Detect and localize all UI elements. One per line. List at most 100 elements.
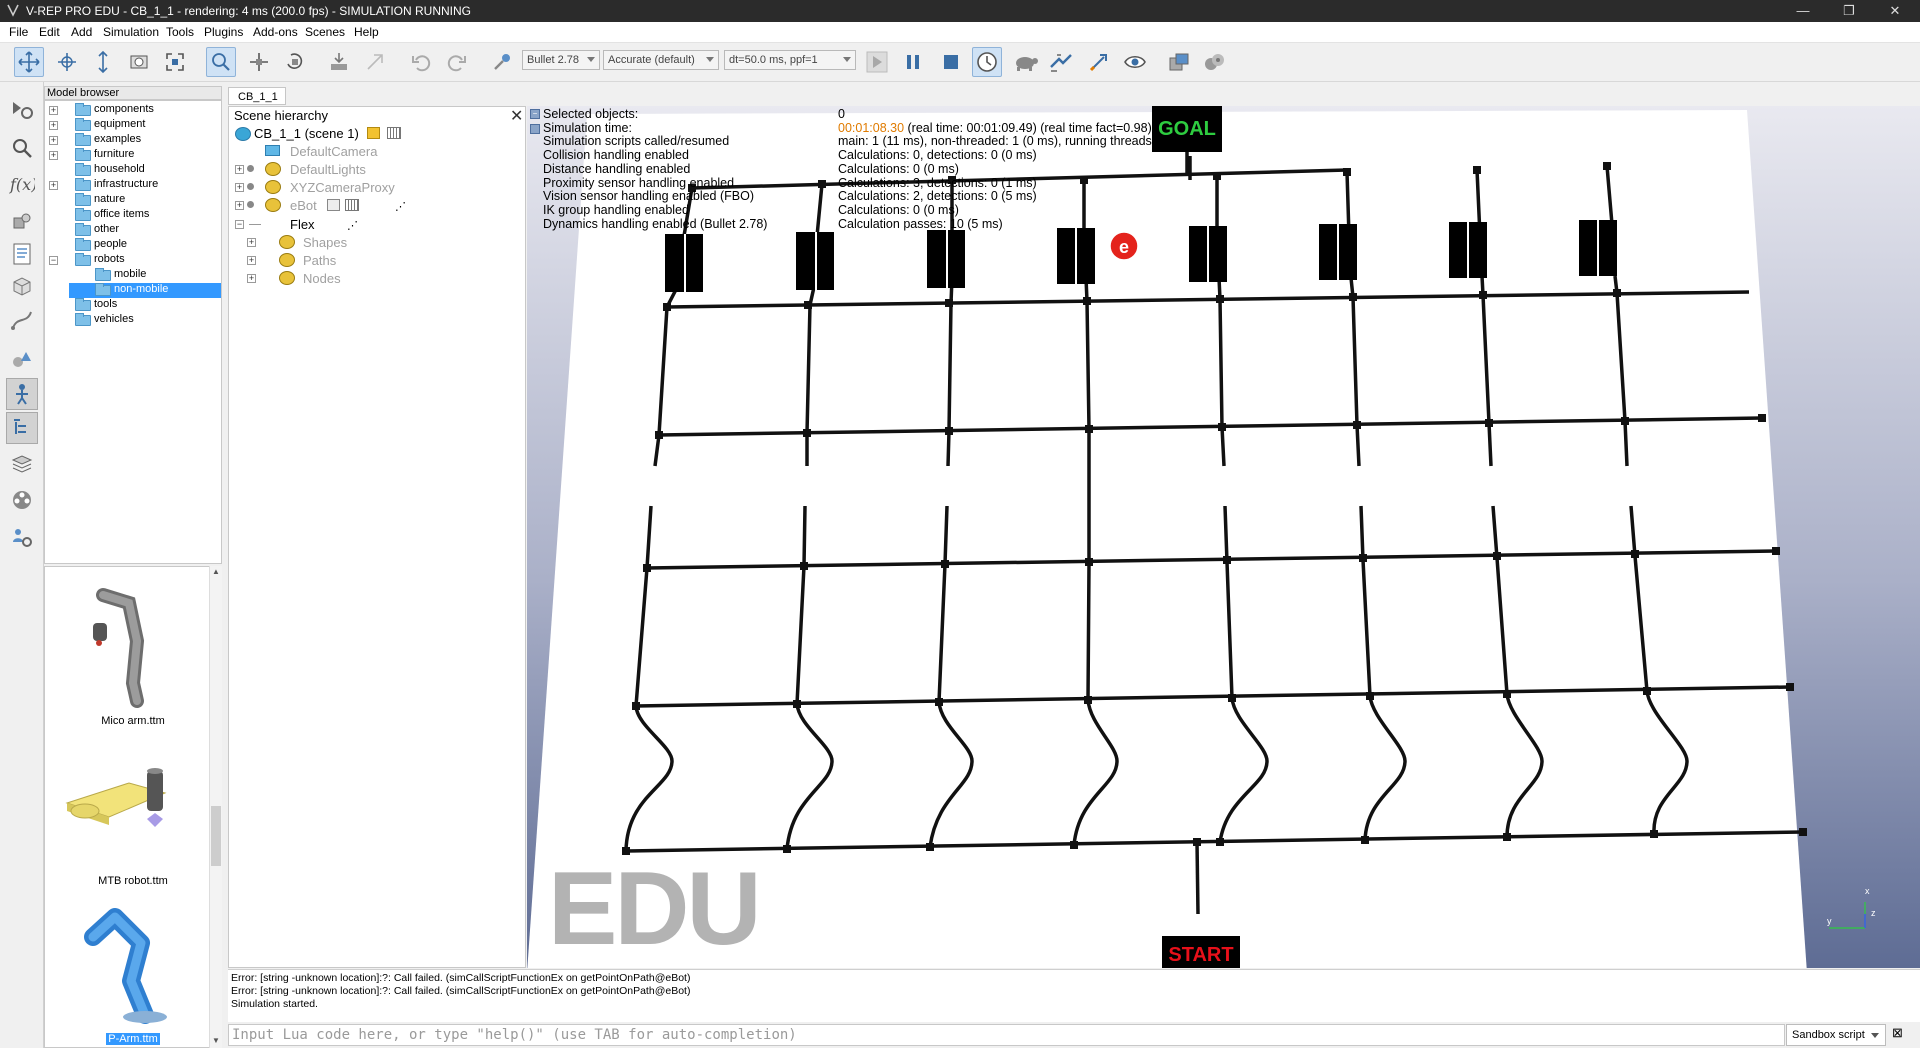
lua-command-input[interactable]: Input Lua code here, or type "help()" (u… [228, 1024, 1785, 1046]
expand-icon[interactable]: + [49, 106, 58, 115]
model-browser-icon[interactable] [6, 378, 38, 410]
user-settings-icon[interactable] [6, 522, 38, 554]
tree-item-non-mobile[interactable]: non-mobile [69, 283, 221, 298]
menu-file[interactable]: File [9, 25, 28, 39]
chevron-down-icon [843, 57, 851, 62]
simulation-settings-icon[interactable] [6, 94, 38, 126]
calculation-modules-icon[interactable]: f(x) [6, 168, 38, 200]
camera-shift-icon[interactable] [88, 47, 118, 77]
scene-hierarchy-icon[interactable] [6, 412, 38, 444]
info-label: Selected objects: [543, 107, 639, 121]
stop-icon[interactable] [936, 47, 966, 77]
menu-help[interactable]: Help [354, 25, 379, 39]
transfer-dna-icon[interactable] [360, 47, 390, 77]
magnifier-icon[interactable] [6, 132, 38, 164]
engine-select[interactable]: Bullet 2.78 [522, 50, 600, 70]
customization-script-icon[interactable] [387, 127, 401, 139]
camera-pan-icon[interactable] [14, 47, 44, 77]
page-selector-icon[interactable] [1164, 47, 1194, 77]
object-shift-icon[interactable] [244, 47, 274, 77]
expand-icon[interactable]: + [235, 201, 244, 210]
shape-edit-icon[interactable] [6, 270, 38, 302]
menu-plugins[interactable]: Plugins [204, 25, 243, 39]
timestep-select[interactable]: dt=50.0 ms, ppf=1 [724, 50, 856, 70]
camera-icon [265, 145, 280, 156]
expand-icon[interactable]: + [247, 238, 256, 247]
path-edit-icon[interactable] [6, 304, 38, 336]
collapse-icon[interactable]: − [49, 256, 58, 265]
restore-icon[interactable]: ❐ [1826, 0, 1872, 22]
expand-icon[interactable]: + [247, 274, 256, 283]
script-icon[interactable] [327, 199, 340, 211]
undo-icon[interactable] [406, 47, 436, 77]
scene-selector-icon[interactable] [1200, 47, 1230, 77]
object-rotate-icon[interactable] [280, 47, 310, 77]
dynamics-engine-icon[interactable] [487, 47, 517, 77]
scene-tab[interactable]: CB_1_1 [228, 87, 286, 105]
video-recorder-icon[interactable] [6, 484, 38, 516]
scroll-thumb[interactable] [211, 806, 221, 866]
scroll-down-icon[interactable]: ▼ [211, 1036, 221, 1046]
info-values: 0 00:01:08.30 (real time: 00:01:09.49) (… [838, 107, 1205, 231]
close-icon[interactable]: ⊠ [1892, 1025, 1903, 1041]
expand-icon[interactable]: + [49, 181, 58, 190]
v-rep-icon [6, 3, 20, 17]
menu-add[interactable]: Add [71, 25, 92, 39]
expand-icon[interactable]: + [235, 183, 244, 192]
close-icon[interactable]: ✕ [1872, 0, 1918, 22]
real-time-icon[interactable] [972, 47, 1002, 77]
play-icon[interactable] [862, 47, 892, 77]
menu-add-ons[interactable]: Add-ons [253, 25, 298, 39]
info-value: Calculations: 0 (0 ms) [838, 161, 959, 176]
folder-icon [75, 238, 91, 251]
accuracy-select[interactable]: Accurate (default) [603, 50, 719, 70]
assemble-icon[interactable] [324, 47, 354, 77]
info-toggle-icon[interactable] [530, 124, 540, 134]
collections-icon[interactable] [6, 206, 38, 238]
expand-icon[interactable]: + [49, 136, 58, 145]
info-collapse-icon[interactable]: − [530, 109, 540, 119]
menu-edit[interactable]: Edit [39, 25, 60, 39]
expand-icon[interactable]: + [49, 121, 58, 130]
script-selector[interactable]: Sandbox script [1786, 1024, 1886, 1046]
status-console[interactable]: Error: [string -unknown location]:?: Cal… [228, 969, 1920, 1023]
scene-viewport[interactable]: e GOAL START x y z [527, 106, 1920, 968]
camera-angle-icon[interactable] [124, 47, 154, 77]
customization-script-icon[interactable] [345, 199, 359, 211]
expand-icon[interactable]: + [247, 256, 256, 265]
selection-icon[interactable] [6, 344, 38, 376]
menu-simulation[interactable]: Simulation [103, 25, 159, 39]
expand-icon[interactable]: + [235, 165, 244, 174]
scroll-up-icon[interactable]: ▲ [211, 567, 221, 577]
close-icon[interactable]: ✕ [510, 106, 523, 126]
script-icon[interactable] [367, 127, 380, 139]
model-thumb-mtb-robot[interactable] [59, 763, 199, 863]
redo-icon[interactable] [442, 47, 472, 77]
menu-scenes[interactable]: Scenes [305, 25, 345, 39]
minimize-icon[interactable]: — [1780, 0, 1826, 22]
layers-icon[interactable] [6, 448, 38, 480]
axes-gizmo: x y z [1827, 886, 1876, 929]
collapse-icon[interactable]: − [235, 220, 244, 229]
slower-icon[interactable] [1010, 47, 1040, 77]
camera-rotate-icon[interactable] [52, 47, 82, 77]
scene-hierarchy-panel[interactable] [228, 106, 526, 968]
model-browser-tree[interactable]: + components + equipment + examples + furnit… [44, 100, 222, 564]
start-label: START [1168, 944, 1233, 966]
expand-icon[interactable]: + [49, 151, 58, 160]
menu-tools[interactable]: Tools [166, 25, 194, 39]
console-line: Error: [string -unknown location]:?: Cal… [231, 972, 691, 984]
thumbnail-scrollbar[interactable]: ▲ ▼ [209, 566, 222, 1048]
visualization-toggle-icon[interactable] [1120, 47, 1150, 77]
hierarchy-label: Flex [290, 217, 315, 232]
model-thumb-mico-arm[interactable] [75, 583, 185, 713]
faster-icon[interactable] [1046, 47, 1076, 77]
click-select-icon[interactable] [206, 47, 236, 77]
fit-to-view-icon[interactable] [160, 47, 190, 77]
pause-icon[interactable] [898, 47, 928, 77]
scripts-icon[interactable] [6, 238, 38, 270]
info-value: main: 1 (11 ms), non-threaded: 1 (0 ms),… [838, 134, 1205, 149]
threaded-rendering-icon[interactable] [1084, 47, 1114, 77]
model-thumb-p-arm[interactable] [71, 907, 191, 1027]
folder-icon [75, 223, 91, 236]
